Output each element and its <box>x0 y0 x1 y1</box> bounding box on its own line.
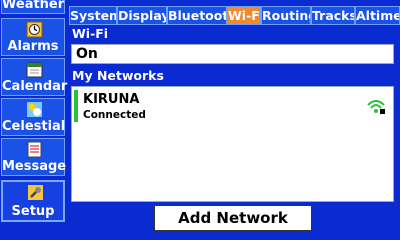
calendar-icon <box>26 62 43 78</box>
sidebar-item-label: Message <box>2 159 67 174</box>
network-status: Connected <box>83 109 146 121</box>
tab-altimeter[interactable]: Altime <box>355 6 400 25</box>
sidebar-item-alarms[interactable]: Alarms <box>1 18 65 56</box>
tab-display[interactable]: Display <box>117 6 167 25</box>
my-networks-label: My Networks <box>72 68 164 83</box>
tab-tracks[interactable]: Tracks <box>311 6 355 25</box>
sun-moon-icon <box>27 102 42 117</box>
sidebar-item-label: Alarms <box>7 39 59 54</box>
sidebar-item-setup[interactable]: Setup <box>1 180 65 222</box>
message-icon <box>27 141 42 158</box>
wifi-secure-icon <box>367 100 385 114</box>
sidebar-item-label: Weather <box>2 0 65 12</box>
add-network-button[interactable]: Add Network <box>154 205 312 231</box>
sidebar-item-label: Calendar <box>2 79 68 94</box>
wifi-section-label: Wi-Fi <box>72 26 109 41</box>
tab-bar: System Display Bluetooth Wi-Fi Routing T… <box>69 6 400 25</box>
sidebar-item-weather[interactable]: Weather <box>1 0 65 14</box>
alarm-clock-icon <box>26 21 43 38</box>
tab-wifi[interactable]: Wi-Fi <box>227 6 261 25</box>
sidebar-item-celestial[interactable]: Celestial <box>1 98 65 136</box>
sidebar-item-calendar[interactable]: Calendar <box>1 58 68 96</box>
tab-routing[interactable]: Routing <box>261 6 311 25</box>
networks-list: KIRUNA Connected <box>71 86 394 202</box>
tab-bluetooth[interactable]: Bluetooth <box>167 6 227 25</box>
wrench-icon <box>28 185 43 200</box>
sidebar-item-label: Setup <box>11 204 55 219</box>
sidebar: Weather Alarms Calendar Celestial Messag… <box>0 0 67 240</box>
tab-system[interactable]: System <box>69 6 117 25</box>
connected-indicator-bar <box>74 90 78 122</box>
sidebar-item-label: Celestial <box>2 119 66 134</box>
network-name: KIRUNA <box>83 92 140 107</box>
sidebar-item-message[interactable]: Message <box>1 138 67 176</box>
device-screen: Weather Alarms Calendar Celestial Messag… <box>0 0 400 240</box>
wifi-toggle-field[interactable]: On <box>71 44 394 64</box>
network-item[interactable]: KIRUNA Connected <box>74 90 391 124</box>
